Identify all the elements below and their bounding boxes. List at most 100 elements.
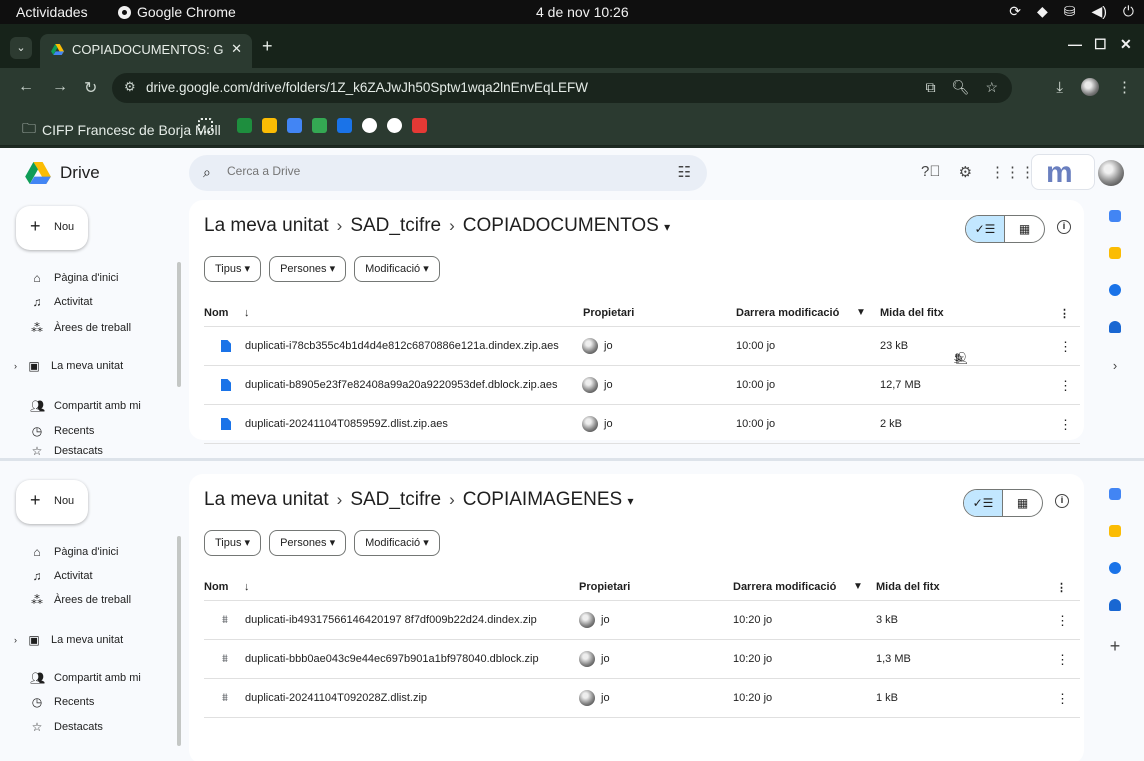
table-row[interactable]: ⩩ duplicati-20241104T092028Z.dlist.zip j… — [204, 680, 1080, 718]
left-nav-scrollbar[interactable] — [177, 536, 181, 746]
new-button[interactable]: + Nou — [16, 480, 88, 524]
volume-icon[interactable]: ◀) — [1091, 3, 1106, 20]
search-box[interactable]: ⌕ ☷ — [189, 155, 707, 191]
forward-icon[interactable]: → — [52, 78, 68, 96]
breadcrumb-root[interactable]: La meva unitat — [204, 489, 329, 510]
app-menu[interactable]: Google Chrome — [118, 4, 236, 20]
people-filter[interactable]: Persones ▾ — [269, 256, 347, 282]
col-modified[interactable]: Darrera modificació — [736, 307, 839, 319]
more-actions-icon[interactable]: ⋮ — [1059, 378, 1072, 394]
nav-workspaces[interactable]: ⁂ Àrees de treball — [30, 591, 131, 609]
caret-down-icon[interactable]: ▼ — [853, 581, 863, 592]
file-name[interactable]: duplicati-bbb0ae043c9e44ec697b901a1bf978… — [245, 653, 539, 665]
bookmark-star-icon[interactable]: ☆ — [985, 79, 998, 96]
zoom-icon[interactable]: 🔍︎ — [952, 79, 970, 96]
more-actions-icon[interactable]: ⋮ — [1059, 417, 1072, 433]
more-actions-icon[interactable]: ⋮ — [1056, 652, 1069, 668]
back-icon[interactable]: ← — [18, 78, 34, 96]
drive-icon[interactable] — [262, 118, 277, 133]
side-panel-expand-icon[interactable]: › — [1098, 358, 1132, 373]
profile-avatar[interactable] — [1081, 78, 1099, 96]
file-name[interactable]: duplicati-20241104T085959Z.dlist.zip.aes — [245, 418, 448, 430]
search-input[interactable] — [227, 164, 647, 178]
file-name[interactable]: duplicati-ib49317566146420197 8f7df009b2… — [245, 614, 537, 626]
list-view-icon[interactable]: ✓☰ — [966, 216, 1006, 242]
view-toggle[interactable]: ✓☰ ▦ — [963, 489, 1043, 517]
github-icon[interactable] — [362, 118, 377, 133]
nav-home[interactable]: ⌂ Pàgina d'inici — [30, 543, 118, 561]
col-owner[interactable]: Propietari — [583, 307, 634, 319]
account-avatar[interactable] — [1098, 160, 1124, 186]
caret-down-icon[interactable]: ▾ — [664, 220, 670, 234]
tab-active[interactable]: COPIADOCUMENTOS: G ✕ — [40, 34, 252, 68]
sync-icon[interactable]: ⟳ — [1009, 3, 1021, 20]
col-size[interactable]: Mida del fitx — [876, 581, 951, 593]
breadcrumb-parent[interactable]: SAD_tcifre — [350, 489, 441, 510]
sheets-icon[interactable] — [312, 118, 327, 133]
sort-arrow-icon[interactable]: ↓ — [244, 307, 250, 319]
tasks-icon[interactable] — [1109, 284, 1121, 296]
activities-button[interactable]: Actividades — [16, 4, 88, 20]
table-row[interactable]: duplicati-20241104T085959Z.dlist.zip.aes… — [204, 406, 1080, 444]
bookmark-folder[interactable]: 🗀 CIFP Francesc de Borja Moll — [22, 118, 221, 142]
nav-activity[interactable]: ♫ Activitat — [30, 293, 93, 311]
calendar-icon[interactable] — [1109, 210, 1121, 222]
clock[interactable]: 4 de nov 10:26 — [536, 4, 629, 20]
expand-icon[interactable]: › — [14, 361, 17, 371]
column-menu-icon[interactable]: ⋮ — [1056, 581, 1067, 594]
settings-gear-icon[interactable]: ⚙ — [959, 163, 972, 181]
search-options-icon[interactable]: ☷ — [678, 163, 691, 181]
html5-icon[interactable] — [412, 118, 427, 133]
nav-my-drive[interactable]: › ▣ La meva unitat — [14, 357, 123, 375]
expand-icon[interactable]: › — [14, 635, 17, 645]
grid-view-icon[interactable]: ▦ — [1005, 216, 1044, 242]
contacts-icon[interactable] — [1109, 599, 1121, 611]
new-button[interactable]: + Nou — [16, 206, 88, 250]
tasks-icon[interactable] — [1109, 562, 1121, 574]
close-window-icon[interactable]: ✕ — [1120, 36, 1132, 53]
nav-recent[interactable]: ◷ Recents — [30, 422, 95, 440]
docs-icon[interactable] — [287, 118, 302, 133]
type-filter[interactable]: Tipus ▾ — [204, 256, 262, 282]
site-info-icon[interactable]: ⚙ — [124, 79, 136, 95]
table-row[interactable]: duplicati-i78cb355c4b1d4d4e812c6870886e1… — [204, 328, 1080, 366]
caret-down-icon[interactable]: ▼ — [856, 307, 866, 318]
grid-view-icon[interactable]: ▦ — [1003, 490, 1042, 516]
keep-icon[interactable] — [1109, 525, 1121, 537]
sort-arrow-icon[interactable]: ↓ — [244, 581, 250, 593]
reload-icon[interactable]: ↻ — [84, 78, 97, 98]
file-name[interactable]: duplicati-b8905e23f7e82408a99a20a9220953… — [245, 379, 558, 391]
file-name[interactable]: duplicati-i78cb355c4b1d4d4e812c6870886e1… — [245, 340, 559, 352]
type-filter[interactable]: Tipus ▾ — [204, 530, 262, 556]
add-addon-icon[interactable]: + — [1098, 636, 1132, 657]
system-tray[interactable]: ⟳ ◆ ⛁ ◀) ⏻ — [1009, 3, 1134, 20]
modified-filter[interactable]: Modificació ▾ — [354, 256, 440, 282]
github-icon[interactable] — [387, 118, 402, 133]
minimize-icon[interactable]: — — [1068, 36, 1082, 52]
nav-workspaces[interactable]: ⁂ Àrees de treball — [30, 319, 131, 337]
nav-my-drive[interactable]: › ▣ La meva unitat — [14, 631, 123, 649]
nav-recent[interactable]: ◷ Recents — [30, 693, 95, 711]
search-icon[interactable]: ⌕ — [203, 164, 211, 181]
nav-starred[interactable]: ☆ Destacats — [30, 718, 103, 736]
more-actions-icon[interactable]: ⋮ — [1056, 613, 1069, 629]
nav-shared[interactable]: 👥︎ Compartit amb mi — [30, 669, 141, 687]
breadcrumb-root[interactable]: La meva unitat — [204, 215, 329, 236]
help-icon[interactable]: ?⃝ — [921, 163, 941, 181]
network-icon[interactable]: ⛁ — [1064, 3, 1076, 20]
people-filter[interactable]: Persones ▾ — [269, 530, 347, 556]
col-name[interactable]: Nom — [204, 581, 228, 593]
chrome-menu-icon[interactable]: ⋮ — [1117, 78, 1132, 96]
nav-home[interactable]: ⌂ Pàgina d'inici — [30, 269, 118, 287]
translate-icon[interactable] — [337, 118, 352, 133]
star-icon[interactable]: ☆ — [954, 351, 965, 365]
new-tab-button[interactable]: + — [262, 36, 273, 57]
download-icon[interactable]: ⤓ — [1056, 79, 1063, 96]
more-actions-icon[interactable]: ⋮ — [1059, 339, 1072, 355]
list-view-icon[interactable]: ✓☰ — [964, 490, 1004, 516]
tab-search-icon[interactable]: ⌄ — [10, 37, 32, 59]
contacts-icon[interactable] — [1109, 321, 1121, 333]
info-icon[interactable]: i — [1055, 494, 1069, 508]
address-bar[interactable]: ⚙ drive.google.com/drive/folders/1Z_k6ZA… — [112, 73, 1012, 103]
apps-grid-icon[interactable]: ⋮⋮⋮ — [990, 163, 1035, 181]
